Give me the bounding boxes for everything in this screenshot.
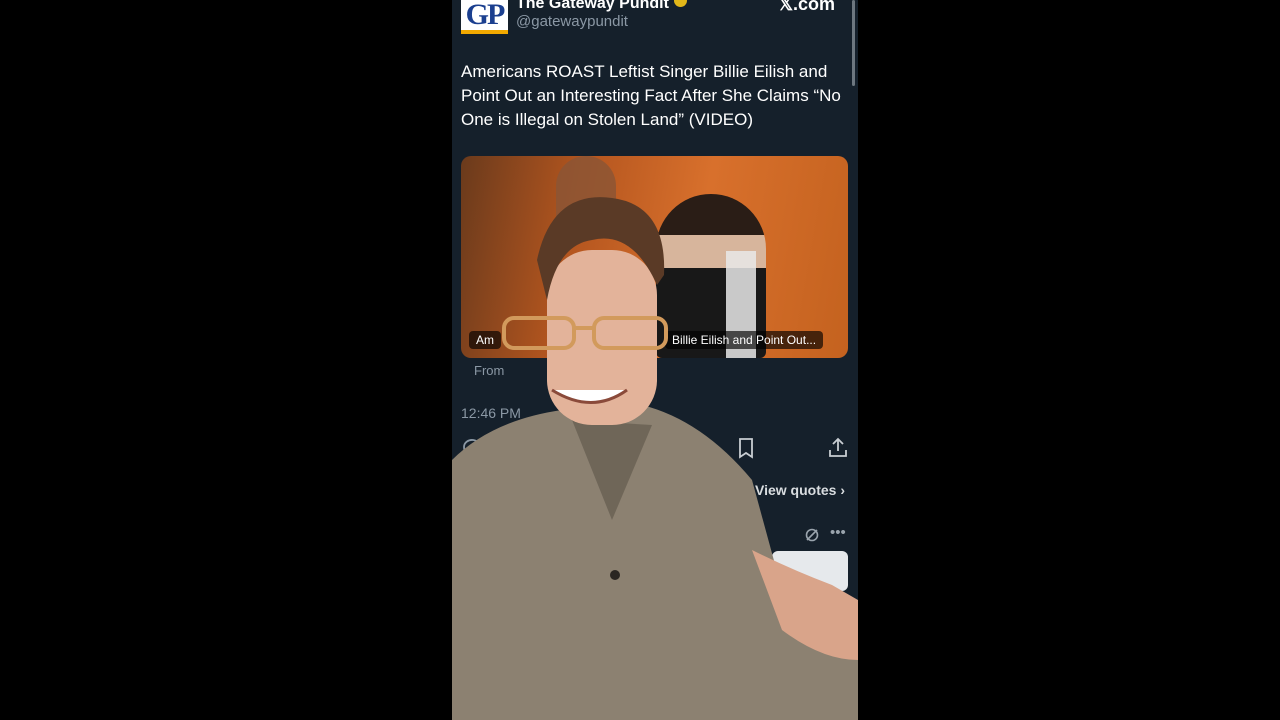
account-handle[interactable]: @gatewaypundit [516, 13, 628, 30]
account-name[interactable]: The Gateway Pundit [516, 0, 687, 13]
account-name-text: The Gateway Pundit [516, 0, 669, 12]
tweet-screen: GP The Gateway Pundit @gatewaypundit 𝕏.c… [452, 0, 858, 720]
creator-video-overlay [452, 197, 858, 720]
post-text: Americans ROAST Leftist Singer Billie Ei… [461, 62, 841, 129]
site-watermark: 𝕏.com [778, 0, 835, 14]
verified-badge-icon [673, 0, 687, 7]
scrollbar[interactable] [852, 0, 855, 86]
account-avatar[interactable]: GP [461, 0, 508, 34]
